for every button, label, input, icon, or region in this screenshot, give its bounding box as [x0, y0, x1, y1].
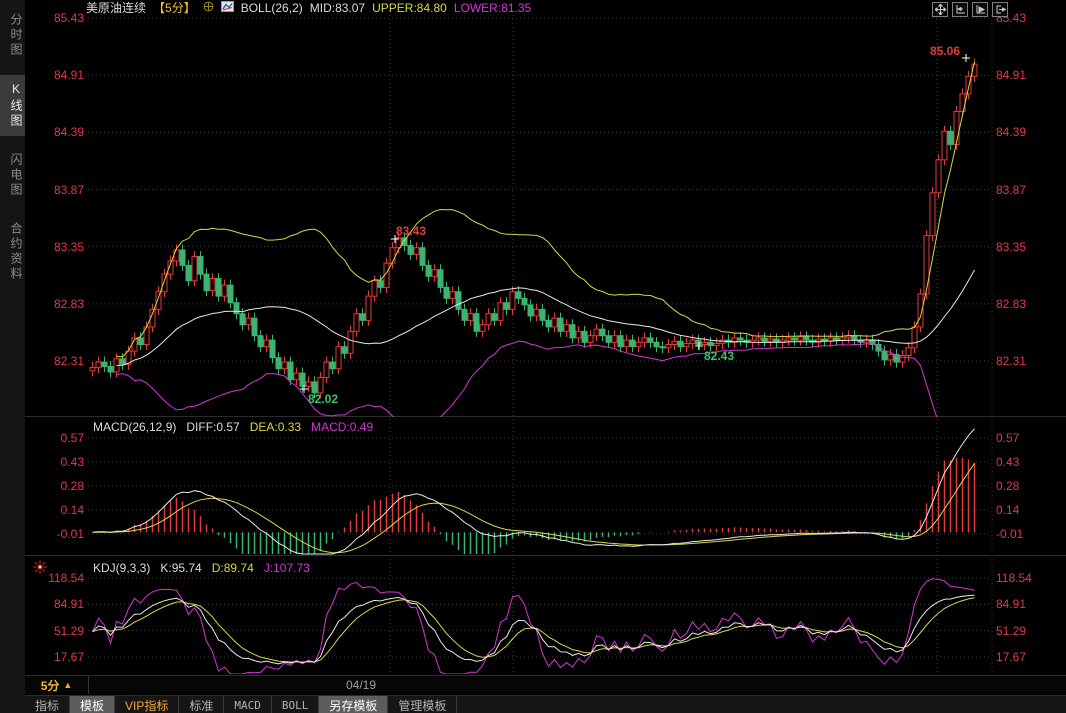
bottom-tab[interactable]: 指标 [25, 696, 70, 713]
macd-panel [93, 429, 975, 554]
sidebar-item-nav[interactable]: 合约资料 [0, 215, 25, 289]
bottom-tab[interactable]: VIP指标 [115, 696, 179, 713]
bottom-tab[interactable]: 另存模板 [319, 696, 388, 713]
panel-separators [25, 417, 1066, 676]
price-axis-label: 85.43 [28, 11, 84, 25]
macd-diff-value: DIFF:0.57 [186, 420, 239, 434]
price-axis-label: 84.39 [28, 125, 84, 139]
price-axis-label: 17.67 [28, 650, 84, 664]
price-axis-label: 51.29 [996, 624, 1026, 638]
sidebar-item-nav[interactable]: 分时图 [0, 6, 25, 65]
price-axis-label: 84.91 [28, 597, 84, 611]
price-axis-label: 83.87 [996, 183, 1026, 197]
price-axis-label: 118.54 [996, 571, 1032, 585]
macd-dea-value: DEA:0.33 [250, 420, 301, 434]
boll-mid-value: MID:83.07 [310, 1, 365, 15]
bottom-tab[interactable]: 模板 [70, 696, 115, 713]
axis-arrow-left-icon[interactable] [952, 2, 968, 17]
sidebar: 分时图 K线图闪电图合约资料 [0, 0, 25, 713]
sidebar-item-nav[interactable]: 闪电图 [0, 146, 25, 205]
period-selector[interactable]: 5分 ▲ [25, 676, 89, 694]
kdj-indicator-label: KDJ(9,3,3) [93, 561, 150, 575]
price-axis-label: 84.39 [996, 125, 1026, 139]
price-axis-label: 0.28 [28, 479, 84, 493]
bottom-tabbar: 指标模板VIP指标标准MACDBOLL另存模板管理模板 [25, 695, 1066, 713]
price-axis-label: 82.31 [996, 354, 1026, 368]
period-label[interactable]: 【5分】 [153, 0, 196, 16]
price-axis-label: 17.67 [996, 650, 1026, 664]
price-axis-label: 84.91 [996, 68, 1026, 82]
price-axis-label: 82.83 [996, 297, 1026, 311]
price-axis-label: 0.14 [996, 503, 1019, 517]
price-axis-label: 0.43 [28, 455, 84, 469]
kdj-panel [93, 579, 975, 674]
mini-chart-icon[interactable] [221, 1, 234, 15]
price-axis-label: -0.01 [996, 527, 1023, 541]
macd-panel-header: MACD(26,12,9) DIFF:0.57 DEA:0.33 MACD:0.… [93, 420, 373, 434]
boll-upper-value: UPPER:84.80 [372, 1, 447, 15]
price-axis-label: 84.91 [28, 68, 84, 82]
boll-lower-value: LOWER:81.35 [454, 1, 531, 15]
chart-toolbar [932, 2, 1008, 17]
price-axis-label: 83.35 [996, 240, 1026, 254]
high-price-annotation: 85.06 [930, 44, 960, 58]
chart-header: 美原油连续 【5分】 BOLL(26,2) MID:83.07 UPPER:84… [86, 0, 531, 15]
kdj-d-value: D:89.74 [212, 561, 254, 575]
bottom-tab[interactable]: BOLL [272, 696, 320, 713]
price-axis-label: 0.43 [996, 455, 1019, 469]
price-axis-label: 0.14 [28, 503, 84, 517]
date-axis-row: 5分 ▲ 04/19 [25, 676, 1066, 694]
price-axis-label: 51.29 [28, 624, 84, 638]
macd-macd-value: MACD:0.49 [311, 420, 373, 434]
chart-canvas[interactable] [0, 0, 1066, 713]
settings-circle-icon[interactable] [203, 1, 214, 15]
price-axis-label: 83.35 [28, 240, 84, 254]
bottom-tab[interactable]: 管理模板 [388, 696, 457, 713]
sun-indicator-icon[interactable] [33, 560, 47, 579]
high-price-annotation: 83.43 [396, 224, 426, 238]
box-arrow-right-icon[interactable] [992, 2, 1008, 17]
price-axis-label: 82.83 [28, 297, 84, 311]
period-dropup-icon: ▲ [63, 680, 72, 690]
price-axis-label: 82.31 [28, 354, 84, 368]
candles-group [90, 59, 977, 399]
bottom-tab[interactable]: MACD [224, 696, 272, 713]
period-selector-label: 5分 [41, 677, 60, 694]
kdj-j-value: J:107.73 [264, 561, 310, 575]
price-axis-label: 0.57 [996, 431, 1019, 445]
price-axis-label: -0.01 [28, 527, 84, 541]
x-axis-date-label: 04/19 [346, 678, 376, 692]
low-price-annotation: 82.43 [704, 349, 734, 363]
low-price-annotation: 82.02 [308, 392, 338, 406]
price-axis-label: 0.57 [28, 431, 84, 445]
bottom-tab[interactable]: 标准 [179, 696, 224, 713]
trading-app-window: 分时图 K线图闪电图合约资料 美原油连续 【5分】 BOLL(26,2) MID:… [0, 0, 1066, 713]
price-axis-label: 84.91 [996, 597, 1026, 611]
kdj-panel-header: KDJ(9,3,3) K:95.74 D:89.74 J:107.73 [93, 561, 310, 575]
price-axis-label: 0.28 [996, 479, 1019, 493]
axis-arrow-right-icon[interactable] [972, 2, 988, 17]
move-tool-icon[interactable] [932, 2, 948, 17]
macd-indicator-label: MACD(26,12,9) [93, 420, 176, 434]
kdj-k-value: K:95.74 [160, 561, 201, 575]
sidebar-item-active[interactable]: K线图 [0, 75, 25, 136]
price-axis-label: 83.87 [28, 183, 84, 197]
boll-indicator-label: BOLL(26,2) [241, 1, 303, 15]
bollinger-bands [117, 62, 975, 479]
symbol-title: 美原油连续 [86, 0, 146, 16]
